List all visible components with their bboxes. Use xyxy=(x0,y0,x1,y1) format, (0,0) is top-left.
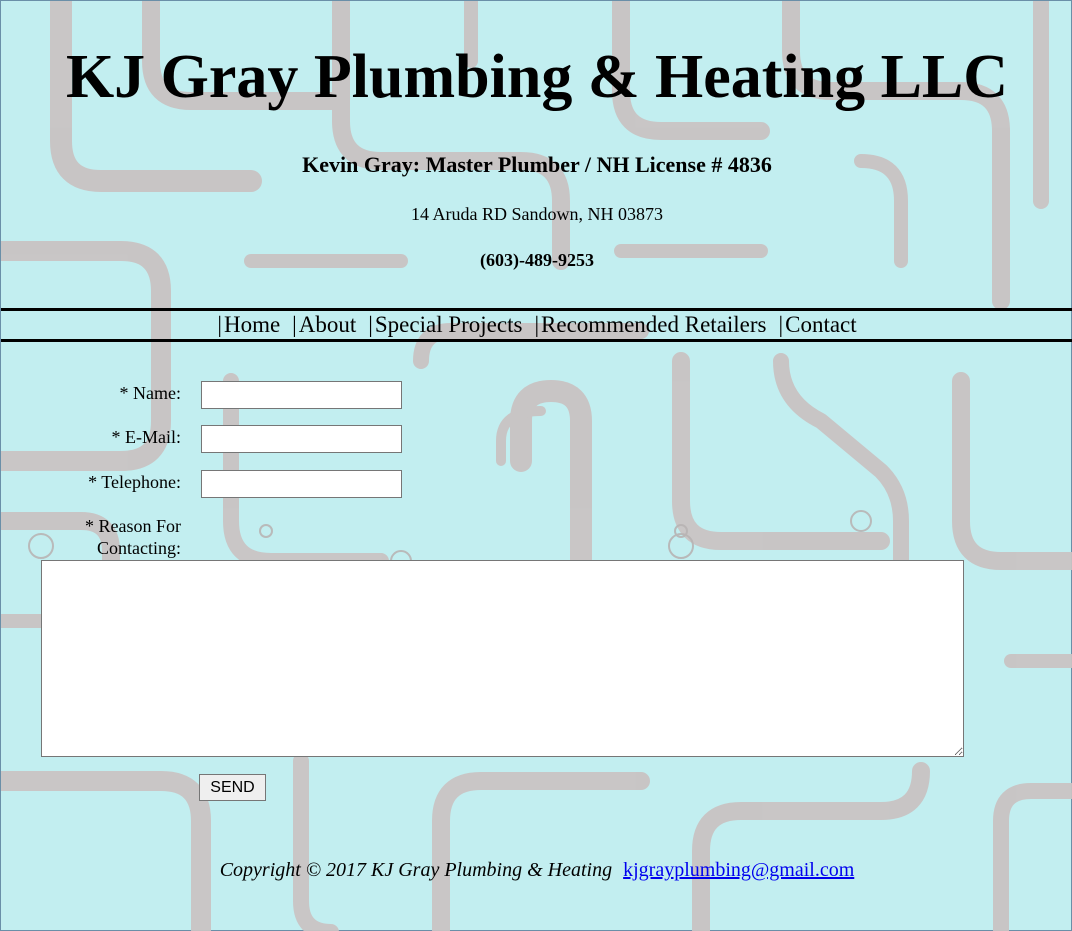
footer: Copyright © 2017 KJ Gray Plumbing & Heat… xyxy=(1,857,1072,883)
nav-special-projects-link[interactable]: Special Projects xyxy=(375,312,523,337)
nav-item-contact[interactable]: |Contact xyxy=(779,311,857,339)
main-nav: |Home |About |Special Projects |Recommended… xyxy=(1,308,1072,342)
nav-item-home[interactable]: |Home xyxy=(217,311,280,339)
nav-contact-link[interactable]: Contact xyxy=(785,312,857,337)
nav-separator: | xyxy=(778,312,784,337)
reason-label: * Reason For Contacting: xyxy=(21,515,181,559)
name-field[interactable] xyxy=(201,381,402,409)
page: KJ Gray Plumbing & Heating LLC Kevin Gra… xyxy=(0,0,1072,931)
nav-home-link[interactable]: Home xyxy=(224,312,280,337)
email-label: * E-Mail: xyxy=(111,427,182,447)
nav-recommended-retailers-link[interactable]: Recommended Retailers xyxy=(541,312,766,337)
business-phone: (603)-489-9253 xyxy=(480,250,594,270)
nav-separator: | xyxy=(368,312,373,337)
nav-separator: | xyxy=(534,312,540,337)
page-content: KJ Gray Plumbing & Heating LLC Kevin Gra… xyxy=(1,1,1072,931)
license-subtitle: Kevin Gray: Master Plumber / NH License … xyxy=(302,152,772,177)
business-address: 14 Aruda RD Sandown, NH 03873 xyxy=(411,204,663,224)
nav-item-about[interactable]: |About xyxy=(292,311,356,339)
reason-textarea[interactable] xyxy=(41,560,964,757)
telephone-label: * Telephone: xyxy=(88,472,181,492)
email-link[interactable]: kjgrayplumbing@gmail.com xyxy=(623,859,854,881)
reason-label-line1: * Reason For xyxy=(85,516,181,536)
copyright-text: Copyright © 2017 KJ Gray Plumbing & Heat… xyxy=(219,859,613,881)
site-title: KJ Gray Plumbing & Heating LLC xyxy=(65,43,1009,111)
nav-item-special-projects[interactable]: |Special Projects xyxy=(368,311,522,339)
name-label: * Name: xyxy=(119,383,181,403)
nav-separator: | xyxy=(292,312,297,337)
email-field[interactable] xyxy=(201,425,402,453)
nav-separator: | xyxy=(217,312,222,337)
telephone-field[interactable] xyxy=(201,470,402,498)
reason-label-line2: Contacting: xyxy=(97,538,181,558)
nav-about-link[interactable]: About xyxy=(299,312,357,337)
nav-item-recommended-retailers[interactable]: |Recommended Retailers xyxy=(534,311,766,339)
send-button[interactable]: SEND xyxy=(199,774,266,801)
